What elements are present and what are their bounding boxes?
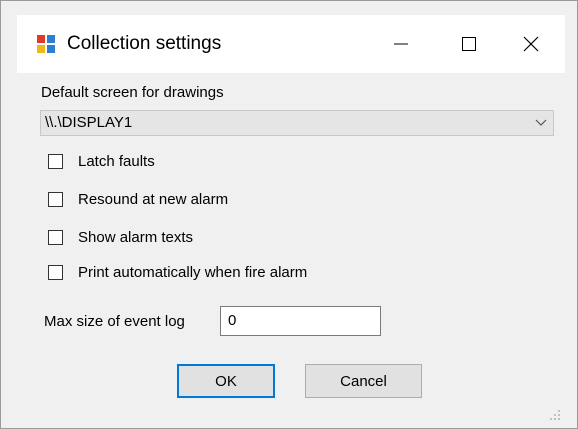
resize-grip-icon[interactable]	[549, 409, 561, 421]
maximize-icon	[462, 37, 476, 51]
title-bar[interactable]: Collection settings	[17, 15, 565, 73]
show-alarm-texts-checkbox[interactable]	[48, 230, 63, 245]
latch-faults-checkbox[interactable]	[48, 154, 63, 169]
close-icon	[523, 36, 539, 52]
window-title: Collection settings	[67, 33, 222, 54]
event-log-size-label: Max size of event log	[44, 313, 185, 330]
app-window-icon	[37, 35, 55, 53]
maximize-button[interactable]	[435, 15, 503, 73]
chevron-down-icon	[535, 119, 547, 126]
latch-faults-label[interactable]: Latch faults	[78, 153, 155, 171]
resound-new-alarm-label[interactable]: Resound at new alarm	[78, 191, 228, 209]
close-button[interactable]	[497, 15, 565, 73]
minimize-icon	[394, 43, 408, 45]
dialog-frame: Collection settings Default screen for d…	[0, 0, 578, 429]
resound-new-alarm-checkbox[interactable]	[48, 192, 63, 207]
cancel-button[interactable]: Cancel	[305, 364, 422, 398]
show-alarm-texts-label[interactable]: Show alarm texts	[78, 229, 193, 247]
default-screen-label: Default screen for drawings	[41, 84, 224, 101]
print-automatically-checkbox[interactable]	[48, 265, 63, 280]
print-automatically-label[interactable]: Print automatically when fire alarm	[78, 264, 307, 282]
default-screen-value: \\.\DISPLAY1	[45, 114, 133, 131]
ok-button[interactable]: OK	[177, 364, 275, 398]
event-log-size-input[interactable]: 0	[220, 306, 381, 336]
minimize-button[interactable]	[367, 15, 435, 73]
dialog-body: Default screen for drawings \\.\DISPLAY1…	[17, 73, 565, 425]
event-log-size-value: 0	[228, 312, 237, 329]
default-screen-dropdown[interactable]: \\.\DISPLAY1	[40, 110, 554, 136]
